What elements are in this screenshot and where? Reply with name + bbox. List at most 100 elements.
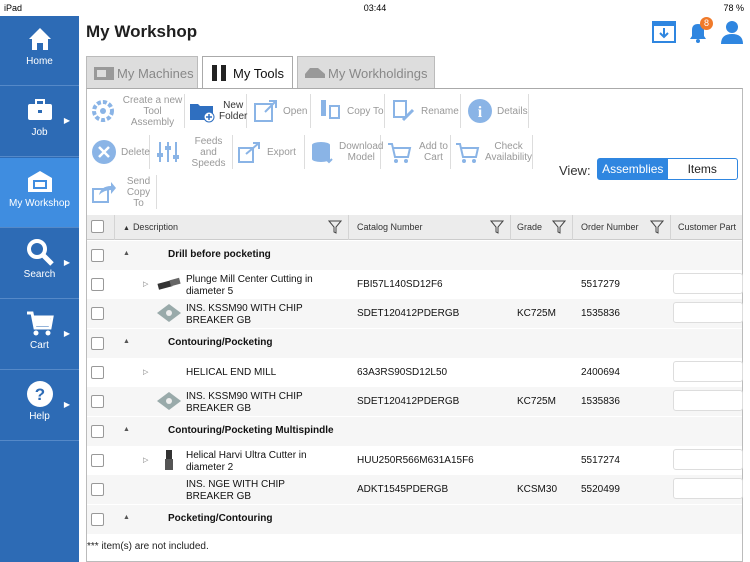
expand-icon[interactable]: ▷ bbox=[143, 280, 148, 288]
row-checkbox[interactable] bbox=[91, 395, 104, 408]
customer-part-input[interactable] bbox=[673, 302, 743, 323]
customer-part-input[interactable] bbox=[673, 478, 743, 499]
table-row[interactable]: ▷ HELICAL END MILL 63A3RS90SD12L50 24006… bbox=[87, 358, 743, 387]
create-assembly-button[interactable]: Create a new Tool Assembly bbox=[91, 94, 185, 128]
customer-part-input[interactable] bbox=[673, 449, 743, 470]
chevron-right-icon: ▶ bbox=[63, 258, 70, 267]
tools-icon bbox=[212, 65, 226, 81]
group-row[interactable]: ▲ Contouring/Pocketing Multispindle bbox=[87, 417, 742, 446]
tab-label: My Workholdings bbox=[328, 66, 428, 81]
row-checkbox[interactable] bbox=[91, 366, 104, 379]
view-assemblies-button[interactable]: Assemblies bbox=[598, 159, 668, 179]
open-button[interactable]: Open bbox=[253, 94, 311, 128]
row-checkbox[interactable] bbox=[91, 454, 104, 467]
check-availability-button[interactable]: Check Availability bbox=[455, 135, 533, 169]
collapse-icon[interactable]: ▲ bbox=[123, 426, 130, 433]
sidebar-item-home[interactable]: Home bbox=[0, 16, 79, 86]
database-icon bbox=[312, 142, 333, 164]
tools-panel: Create a new Tool Assembly New Folder Op… bbox=[86, 88, 743, 562]
row-checkbox[interactable] bbox=[91, 425, 104, 438]
sidebar-item-cart[interactable]: Cart ▶ bbox=[0, 300, 79, 370]
table-row[interactable]: ▷ Helical Harvi Ultra Cutter in diameter… bbox=[87, 446, 743, 475]
expand-icon[interactable]: ▷ bbox=[143, 456, 148, 464]
column-catalog-number[interactable]: Catalog Number bbox=[349, 215, 511, 240]
insert-thumbnail bbox=[157, 304, 181, 322]
main-content: My Workshop 8 My Machines My Tools My Wo… bbox=[79, 16, 750, 562]
footer-note: *** item(s) are not included. bbox=[87, 541, 209, 552]
chevron-right-icon: ▶ bbox=[63, 116, 70, 125]
column-customer-part[interactable]: Customer Part bbox=[671, 215, 742, 240]
sidebar: Home Job ▶ My Workshop Search ▶ Cart ▶ ?… bbox=[0, 16, 79, 562]
customer-part-input[interactable] bbox=[673, 273, 743, 294]
row-checkbox[interactable] bbox=[91, 307, 104, 320]
svg-text:i: i bbox=[478, 104, 483, 121]
column-description[interactable]: ▲ Description bbox=[115, 215, 349, 240]
filter-icon[interactable] bbox=[552, 220, 566, 234]
collapse-icon[interactable]: ▲ bbox=[123, 338, 130, 345]
tab-label: My Tools bbox=[233, 66, 285, 81]
folder-add-icon bbox=[190, 104, 215, 123]
sidebar-item-job[interactable]: Job ▶ bbox=[0, 87, 79, 157]
user-profile-icon[interactable] bbox=[719, 19, 745, 45]
table-row[interactable]: INS. NGE WITH CHIP BREAKER GB ADKT1545PD… bbox=[87, 475, 743, 504]
filter-icon[interactable] bbox=[490, 220, 504, 234]
row-checkbox[interactable] bbox=[91, 278, 104, 291]
rename-button[interactable]: Rename bbox=[391, 94, 461, 128]
sidebar-item-my-workshop[interactable]: My Workshop bbox=[0, 158, 79, 228]
copy-to-button[interactable]: Copy To bbox=[317, 94, 385, 128]
view-toggle: Assemblies Items bbox=[597, 158, 738, 180]
row-checkbox[interactable] bbox=[91, 337, 104, 350]
details-button[interactable]: i Details bbox=[467, 94, 529, 128]
group-row[interactable]: ▲ Contouring/Pocketing bbox=[87, 329, 742, 358]
svg-text:?: ? bbox=[34, 385, 44, 404]
select-all-cell bbox=[87, 215, 115, 240]
customer-part-input[interactable] bbox=[673, 390, 743, 411]
expand-icon[interactable]: ▷ bbox=[143, 368, 148, 376]
sidebar-item-help[interactable]: ? Help ▶ bbox=[0, 371, 79, 441]
customer-part-input[interactable] bbox=[673, 361, 743, 382]
filter-icon[interactable] bbox=[650, 220, 664, 234]
search-icon bbox=[26, 239, 54, 266]
send-copy-to-button[interactable]: Send Copy To bbox=[91, 175, 157, 209]
copy-tool-icon bbox=[321, 100, 340, 119]
column-grade[interactable]: Grade bbox=[511, 215, 573, 240]
select-all-checkbox[interactable] bbox=[91, 220, 104, 233]
new-folder-button[interactable]: New Folder bbox=[189, 94, 247, 128]
group-row[interactable]: ▲ Pocketing/Contouring bbox=[87, 505, 742, 534]
download-model-button[interactable]: Download Model bbox=[309, 135, 383, 169]
collapse-icon[interactable]: ▲ bbox=[123, 514, 130, 521]
sidebar-item-search[interactable]: Search ▶ bbox=[0, 229, 79, 299]
info-icon: i bbox=[468, 99, 492, 123]
row-checkbox[interactable] bbox=[91, 249, 104, 262]
share-icon bbox=[92, 182, 116, 203]
download-icon[interactable] bbox=[651, 19, 677, 45]
table-row[interactable]: ▷ Plunge Mill Center Cutting in diameter… bbox=[87, 270, 743, 299]
open-external-icon bbox=[254, 100, 277, 122]
row-checkbox[interactable] bbox=[91, 483, 104, 496]
cutter-thumbnail bbox=[165, 450, 173, 470]
export-button[interactable]: Export bbox=[237, 135, 305, 169]
status-bar: iPad 03:44 78 % bbox=[0, 0, 750, 16]
tab-my-workholdings[interactable]: My Workholdings bbox=[297, 56, 435, 89]
view-label: View: bbox=[559, 163, 591, 178]
collapse-icon[interactable]: ▲ bbox=[123, 250, 130, 257]
row-checkbox[interactable] bbox=[91, 513, 104, 526]
view-items-button[interactable]: Items bbox=[668, 159, 738, 179]
gear-add-icon bbox=[92, 100, 114, 122]
delete-button[interactable]: Delete bbox=[91, 135, 150, 169]
add-to-cart-button[interactable]: Add to Cart bbox=[387, 135, 451, 169]
feeds-and-speeds-button[interactable]: Feeds and Speeds bbox=[155, 135, 233, 169]
table-row[interactable]: INS. KSSM90 WITH CHIP BREAKER GB SDET120… bbox=[87, 387, 743, 416]
chevron-right-icon: ▶ bbox=[63, 400, 70, 409]
endmill-thumbnail bbox=[157, 277, 181, 290]
workshop-icon bbox=[27, 171, 52, 192]
sidebar-item-label: Job bbox=[31, 127, 48, 138]
battery-level: 78 % bbox=[723, 3, 744, 13]
table-row[interactable]: INS. KSSM90 WITH CHIP BREAKER GB SDET120… bbox=[87, 299, 743, 328]
column-order-number[interactable]: Order Number bbox=[573, 215, 671, 240]
filter-icon[interactable] bbox=[328, 220, 342, 234]
tab-my-tools[interactable]: My Tools bbox=[202, 56, 293, 89]
group-row[interactable]: ▲ Drill before pocketing bbox=[87, 241, 742, 270]
sort-indicator-icon: ▲ bbox=[123, 225, 130, 232]
tab-my-machines[interactable]: My Machines bbox=[86, 56, 198, 89]
